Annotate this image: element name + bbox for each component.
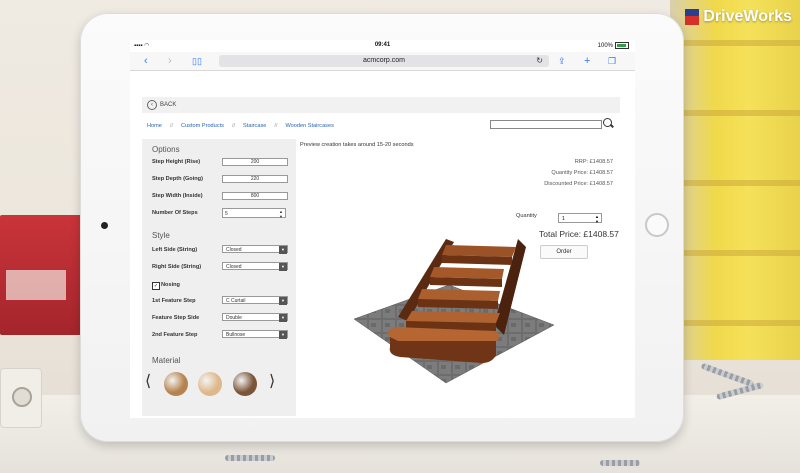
stepper-arrows-icon[interactable]: ▲ ▼: [595, 214, 599, 224]
breadcrumb-wooden-staircases[interactable]: Wooden Staircases: [285, 123, 333, 129]
left-side-select[interactable]: Closed ▼: [222, 245, 288, 254]
step-depth-label: Step Depth (Going): [152, 176, 203, 182]
search-icon[interactable]: [603, 118, 612, 127]
material-next-icon[interactable]: ⟩: [269, 371, 275, 391]
new-tab-icon[interactable]: +: [584, 55, 590, 67]
address-bar[interactable]: acmcorp.com ↻: [219, 55, 549, 67]
feature-step-side-select[interactable]: Double ▼: [222, 313, 288, 322]
material-heading: Material: [152, 356, 181, 365]
left-side-label: Left Side (String): [152, 247, 198, 253]
brand-name: DriveWorks: [703, 8, 792, 25]
first-feature-step-label: 1st Feature Step: [152, 298, 196, 304]
chevron-down-icon: ▼: [279, 331, 287, 339]
tabs-icon[interactable]: ❐: [608, 55, 616, 67]
back-link[interactable]: ‹ BACK: [147, 100, 176, 110]
second-feature-step-select[interactable]: Bullnose ▼: [222, 330, 288, 339]
status-time: 09:41: [374, 42, 391, 48]
screw: [700, 362, 755, 388]
breadcrumb-custom-products[interactable]: Custom Products: [181, 123, 224, 129]
reload-icon[interactable]: ↻: [536, 55, 543, 67]
chevron-down-icon: ▼: [279, 263, 287, 271]
search-input[interactable]: [490, 120, 602, 129]
material-swatch[interactable]: [233, 372, 257, 396]
material-swatch[interactable]: [198, 372, 222, 396]
nosing-label: Nosing: [161, 282, 180, 288]
tablet-screen: ▪▪▪▪ ◠ 09:41 100% ‹ › ▯▯ acmcorp.com ↻ ⇪…: [130, 40, 635, 418]
step-height-input[interactable]: 200: [222, 158, 288, 166]
status-bar: ▪▪▪▪ ◠ 09:41 100%: [130, 40, 635, 52]
web-page: ‹ BACK Home // Custom Products // Stairc…: [130, 71, 635, 418]
step-width-label: Step Width (Inside): [152, 193, 203, 199]
right-side-select[interactable]: Closed ▼: [222, 262, 288, 271]
step-depth-input[interactable]: 220: [222, 175, 288, 183]
options-heading: Options: [152, 145, 180, 154]
chevron-down-icon: ▼: [279, 246, 287, 254]
first-feature-step-value: C Curtail: [226, 298, 246, 304]
quantity-price: Quantity Price: £1408.57: [551, 170, 613, 176]
breadcrumb-staircase[interactable]: Staircase: [243, 123, 266, 129]
right-side-value: Closed: [226, 264, 242, 270]
number-of-steps-stepper[interactable]: 5 ▲ ▼: [222, 208, 286, 219]
forward-chevron-icon[interactable]: ›: [168, 55, 172, 67]
feature-step-side-value: Double: [226, 315, 242, 321]
breadcrumb: Home // Custom Products // Staircase // …: [147, 123, 334, 129]
driveworks-logo-icon: [685, 9, 700, 25]
step-width-input[interactable]: 800: [222, 192, 288, 200]
camera-icon: [101, 222, 108, 229]
screw: [225, 455, 275, 461]
hang-tag: [0, 368, 42, 428]
yellow-shelf: [670, 0, 800, 360]
rrp-price: RRP: £1408.57: [574, 159, 613, 165]
material-swatch[interactable]: [164, 372, 188, 396]
bookmarks-icon[interactable]: ▯▯: [192, 55, 202, 67]
home-button[interactable]: [645, 213, 669, 237]
screw: [600, 460, 640, 466]
left-side-value: Closed: [226, 247, 242, 253]
first-feature-step-select[interactable]: C Curtail ▼: [222, 296, 288, 305]
stepper-arrows-icon[interactable]: ▲ ▼: [279, 209, 283, 219]
nosing-checkbox[interactable]: ✓: [152, 282, 160, 290]
back-bar: ‹ BACK: [142, 97, 620, 113]
battery-percent: 100%: [597, 42, 613, 49]
back-label: BACK: [160, 102, 177, 108]
number-of-steps-label: Number Of Steps: [152, 210, 198, 216]
options-panel: Options Step Height (Rise) 200 Step Dept…: [142, 139, 296, 416]
right-side-label: Right Side (String): [152, 264, 202, 270]
battery-icon: [615, 42, 629, 49]
second-feature-step-label: 2nd Feature Step: [152, 332, 198, 338]
breadcrumb-home[interactable]: Home: [147, 123, 162, 129]
brand-logo: DriveWorks: [685, 8, 792, 26]
share-icon[interactable]: ⇪: [558, 55, 566, 67]
url-text: acmcorp.com: [362, 57, 405, 64]
style-heading: Style: [152, 231, 170, 240]
browser-toolbar: ‹ › ▯▯ acmcorp.com ↻ ⇪ + ❐: [130, 52, 635, 71]
chevron-down-icon: ▼: [279, 314, 287, 322]
back-chevron-icon[interactable]: ‹: [144, 55, 148, 67]
preview-note: Preview creation takes around 15-20 seco…: [300, 142, 414, 148]
staircase-preview[interactable]: [354, 207, 564, 397]
step-height-label: Step Height (Rise): [152, 159, 201, 165]
back-arrow-icon: ‹: [147, 100, 157, 110]
tablet: ▪▪▪▪ ◠ 09:41 100% ‹ › ▯▯ acmcorp.com ↻ ⇪…: [80, 13, 684, 442]
quantity-stepper[interactable]: 1 ▲ ▼: [558, 213, 602, 224]
chevron-down-icon: ▼: [279, 297, 287, 305]
discounted-price: Discounted Price: £1408.57: [544, 181, 613, 187]
feature-step-side-label: Feature Step Side: [152, 315, 200, 321]
number-of-steps-value: 5: [225, 211, 228, 217]
material-prev-icon[interactable]: ⟨: [145, 371, 151, 391]
second-feature-step-value: Bullnose: [226, 332, 246, 338]
red-box: [0, 215, 85, 335]
